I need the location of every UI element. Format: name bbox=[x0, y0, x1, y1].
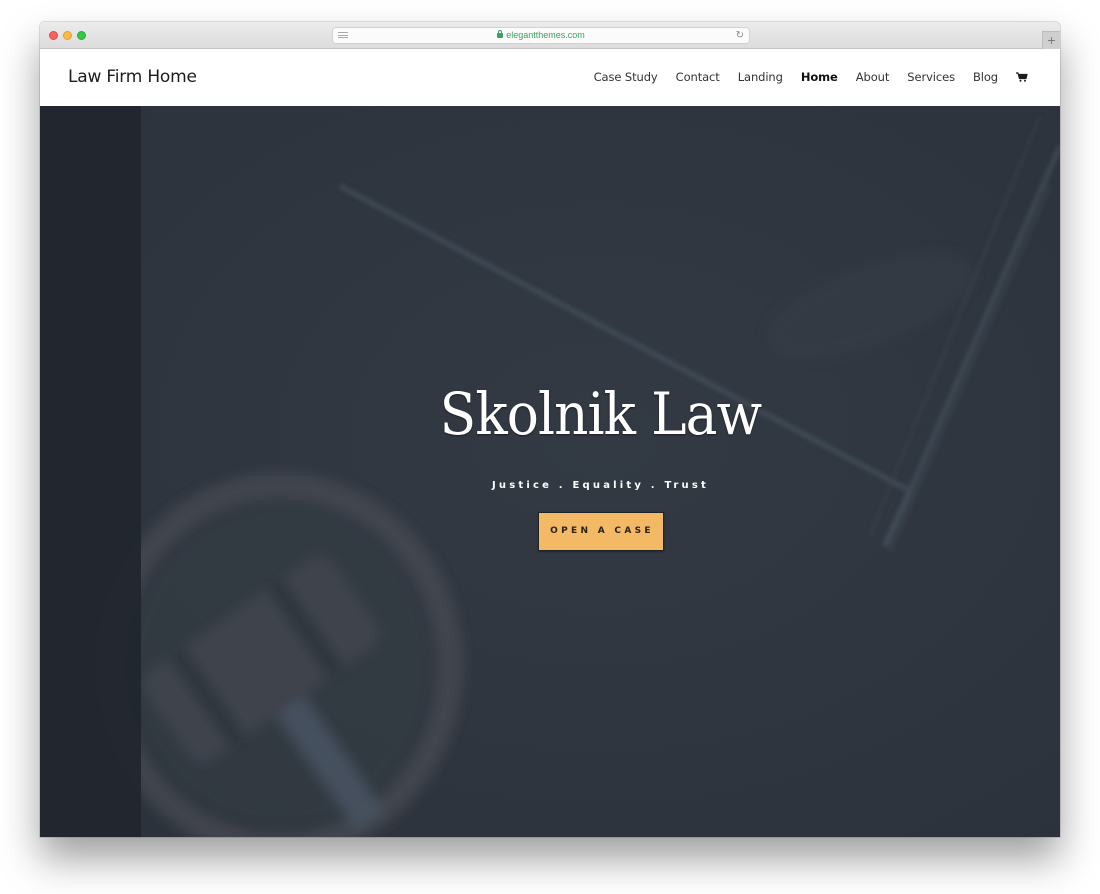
browser-toolbar: elegantthemes.com ↻ + bbox=[40, 22, 1060, 49]
site-logo[interactable]: Law Firm Home bbox=[68, 67, 197, 87]
url-text: elegantthemes.com bbox=[506, 30, 585, 40]
shopping-cart-icon[interactable] bbox=[1016, 72, 1028, 82]
plus-icon: + bbox=[1047, 32, 1056, 48]
reload-icon[interactable]: ↻ bbox=[736, 30, 744, 41]
nav-item-case-study[interactable]: Case Study bbox=[594, 70, 658, 84]
browser-window: elegantthemes.com ↻ + Law Firm Home Case… bbox=[40, 22, 1060, 837]
maximize-window-button[interactable] bbox=[77, 31, 86, 40]
hero-content: Skolnik Law Justice . Equality . Trust O… bbox=[40, 380, 1060, 551]
hero-tagline: Justice . Equality . Trust bbox=[492, 479, 709, 491]
main-navigation: Case Study Contact Landing Home About Se… bbox=[576, 70, 1028, 84]
site-header: Law Firm Home Case Study Contact Landing… bbox=[40, 49, 1060, 106]
hero-title: Skolnik Law bbox=[439, 380, 763, 448]
open-a-case-button[interactable]: OPEN A CASE bbox=[537, 511, 664, 551]
close-window-button[interactable] bbox=[49, 31, 58, 40]
new-tab-button[interactable]: + bbox=[1042, 31, 1060, 49]
hero-section: Skolnik Law Justice . Equality . Trust O… bbox=[40, 106, 1060, 837]
url-display[interactable]: elegantthemes.com bbox=[333, 30, 749, 40]
minimize-window-button[interactable] bbox=[63, 31, 72, 40]
nav-item-home[interactable]: Home bbox=[801, 70, 838, 84]
address-bar[interactable]: elegantthemes.com ↻ bbox=[332, 27, 750, 44]
nav-item-services[interactable]: Services bbox=[907, 70, 955, 84]
lock-icon bbox=[497, 30, 504, 38]
nav-item-contact[interactable]: Contact bbox=[676, 70, 720, 84]
nav-item-blog[interactable]: Blog bbox=[973, 70, 998, 84]
nav-item-about[interactable]: About bbox=[856, 70, 890, 84]
nav-item-landing[interactable]: Landing bbox=[738, 70, 783, 84]
